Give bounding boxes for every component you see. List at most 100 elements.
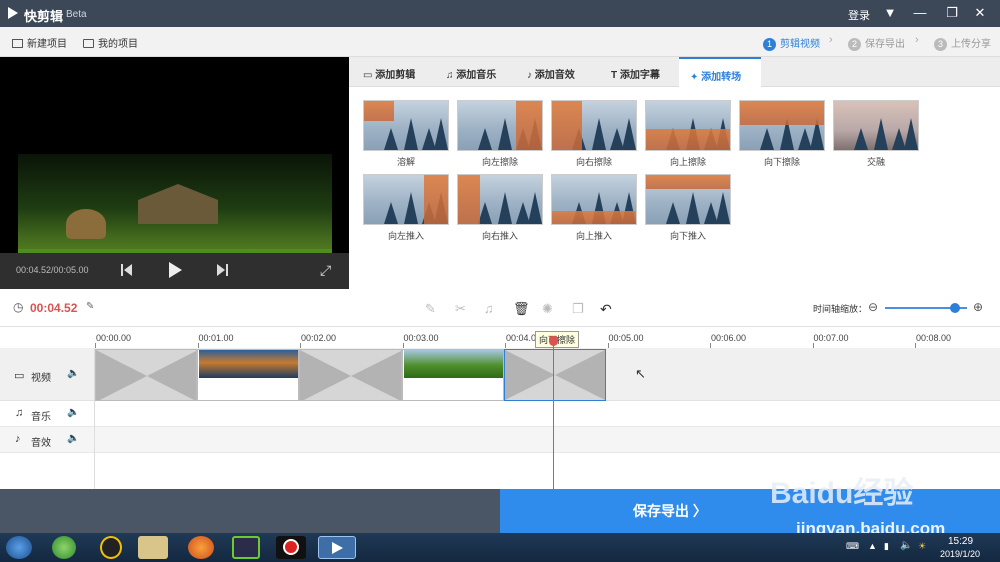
tab-label: 添加音效: [534, 70, 575, 81]
scissors-icon[interactable]: ✂: [455, 301, 469, 316]
sfx-volume-icon[interactable]: 🔈: [67, 433, 79, 444]
previous-frame-icon[interactable]: [121, 264, 132, 276]
feature-tabs: ▭ 添加剪辑 ♫ 添加音乐 ♪ 添加音效 T 添加字幕 ✦ 添加转场: [349, 57, 1000, 87]
transition-thumbnail[interactable]: [457, 100, 543, 151]
haystack-shape: [66, 209, 106, 239]
transition-thumbnail[interactable]: [739, 100, 825, 151]
bottom-bar: [0, 489, 500, 533]
tree-shape: [874, 118, 888, 150]
playhead-handle[interactable]: [549, 336, 558, 346]
sound-effect-icon: ♪: [527, 70, 535, 81]
transition-label: 向右擦除: [575, 157, 612, 167]
network-icon[interactable]: ▮: [884, 541, 889, 552]
next-frame-icon[interactable]: [217, 264, 228, 276]
transition-thumbnail[interactable]: [363, 174, 449, 225]
app-beta-label: Beta: [66, 9, 87, 20]
play-icon[interactable]: [169, 262, 182, 278]
effects-icon[interactable]: ✺: [542, 301, 556, 316]
step-3: 3 上传分享: [934, 35, 991, 51]
firefox-icon[interactable]: [188, 536, 214, 559]
weather-icon[interactable]: ☀: [918, 541, 926, 552]
file-explorer-icon[interactable]: [138, 536, 168, 559]
transition-label: 向下擦除: [763, 157, 800, 167]
selected-transition-clip[interactable]: [504, 349, 606, 401]
ruler-tick-label: 00:06.00: [711, 333, 747, 343]
music-volume-icon[interactable]: 🔈: [67, 407, 79, 418]
tray-expand-icon[interactable]: ▲: [868, 541, 877, 551]
tree-shape: [854, 128, 868, 150]
transition-label: 向左推入: [387, 231, 424, 241]
preview-timecode: 00:04.52/00:05.00: [16, 265, 89, 275]
maximize-icon[interactable]: ❐: [942, 4, 962, 22]
transition-thumbnail[interactable]: [551, 100, 637, 151]
transition-overlay: [458, 175, 480, 224]
menu-dropdown-icon[interactable]: ▼: [880, 4, 900, 22]
tab-add-sound-effect[interactable]: ♪ 添加音效: [527, 57, 599, 87]
edit-pencil-icon[interactable]: ✎: [86, 301, 94, 312]
zoom-slider-knob[interactable]: [950, 303, 960, 313]
tab-add-music[interactable]: ♫ 添加音乐: [446, 57, 516, 87]
keyboard-icon[interactable]: ⌨: [846, 541, 859, 552]
transition-clip[interactable]: [299, 349, 402, 401]
transition-label: 向下推入: [669, 231, 706, 241]
tree-shape: [384, 202, 398, 224]
windows-taskbar: ⌨ ▲ ▮ 🔈 ☀ 15:29 2019/1/20: [0, 533, 1000, 562]
volume-icon[interactable]: 🔈: [900, 540, 912, 551]
browser-360-icon[interactable]: [52, 536, 76, 559]
transition-clip[interactable]: [95, 349, 197, 401]
sfx-track-label: 音效: [31, 438, 51, 449]
transition-overlay: [364, 101, 394, 121]
tab-add-clip[interactable]: ▭ 添加剪辑: [363, 57, 433, 87]
tree-shape: [498, 192, 512, 224]
baidu-watermark: Baidu经验: [770, 477, 914, 510]
ruler-tick-label: 00:00.00: [96, 333, 132, 343]
chevron-right-icon: ›: [829, 34, 833, 46]
login-link[interactable]: 登录: [848, 7, 870, 23]
step-3-number: 3: [934, 38, 947, 51]
undo-icon[interactable]: ↶: [600, 301, 614, 317]
clock-date: 2019/1/20: [940, 549, 981, 559]
title-bar: 快剪辑 Beta 登录 ▼ — ❐ ✕: [0, 0, 1000, 27]
fullscreen-icon[interactable]: ⤢: [320, 262, 331, 279]
transition-label: 交融: [866, 157, 885, 167]
my-projects-button[interactable]: 我的项目: [83, 35, 138, 50]
video-clip[interactable]: [402, 349, 504, 401]
video-track-icon: ▭: [14, 370, 25, 382]
minimize-icon[interactable]: —: [910, 4, 930, 22]
transition-thumbnail[interactable]: [457, 174, 543, 225]
step-2-label: 保存导出: [865, 39, 905, 50]
tab-add-transition[interactable]: ✦ 添加转场: [679, 57, 761, 87]
zoom-out-icon[interactable]: ⊖: [868, 300, 878, 314]
transition-overlay: [424, 175, 448, 224]
video-clip[interactable]: [197, 349, 299, 401]
ruler-tick-label: 00:02.00: [301, 333, 337, 343]
tree-shape: [622, 118, 636, 150]
tab-label: 添加转场: [701, 72, 742, 83]
delete-icon[interactable]: 🗑: [513, 301, 530, 316]
playhead-line[interactable]: [553, 340, 554, 489]
video-volume-icon[interactable]: 🔈: [67, 368, 79, 379]
edit-icon[interactable]: ✎: [425, 301, 439, 316]
qq-icon[interactable]: [100, 536, 122, 559]
bell-icon[interactable]: ♫: [484, 301, 498, 316]
music-track-label: 音乐: [31, 412, 51, 423]
screen-recorder-icon[interactable]: [276, 536, 306, 559]
transition-thumbnail[interactable]: [363, 100, 449, 151]
transition-overlay: [552, 211, 636, 224]
tab-label: 添加字幕: [619, 70, 660, 81]
copy-icon[interactable]: ❐: [572, 301, 586, 316]
tree-shape: [592, 118, 606, 150]
transition-thumbnail[interactable]: [645, 100, 731, 151]
zoom-in-icon[interactable]: ⊕: [973, 300, 983, 314]
start-button-icon[interactable]: [6, 536, 32, 559]
media-app-icon[interactable]: [232, 536, 260, 559]
kuaijianji-taskbar-icon[interactable]: [318, 536, 356, 559]
transition-thumbnail[interactable]: [645, 174, 731, 225]
tree-shape: [666, 202, 680, 224]
transition-thumbnail[interactable]: [833, 100, 919, 151]
new-project-button[interactable]: 新建项目: [12, 35, 67, 50]
close-icon[interactable]: ✕: [970, 4, 990, 22]
transition-thumbnail[interactable]: [551, 174, 637, 225]
tab-add-subtitle[interactable]: T 添加字幕: [611, 57, 683, 87]
new-project-label: 新建项目: [27, 39, 67, 50]
